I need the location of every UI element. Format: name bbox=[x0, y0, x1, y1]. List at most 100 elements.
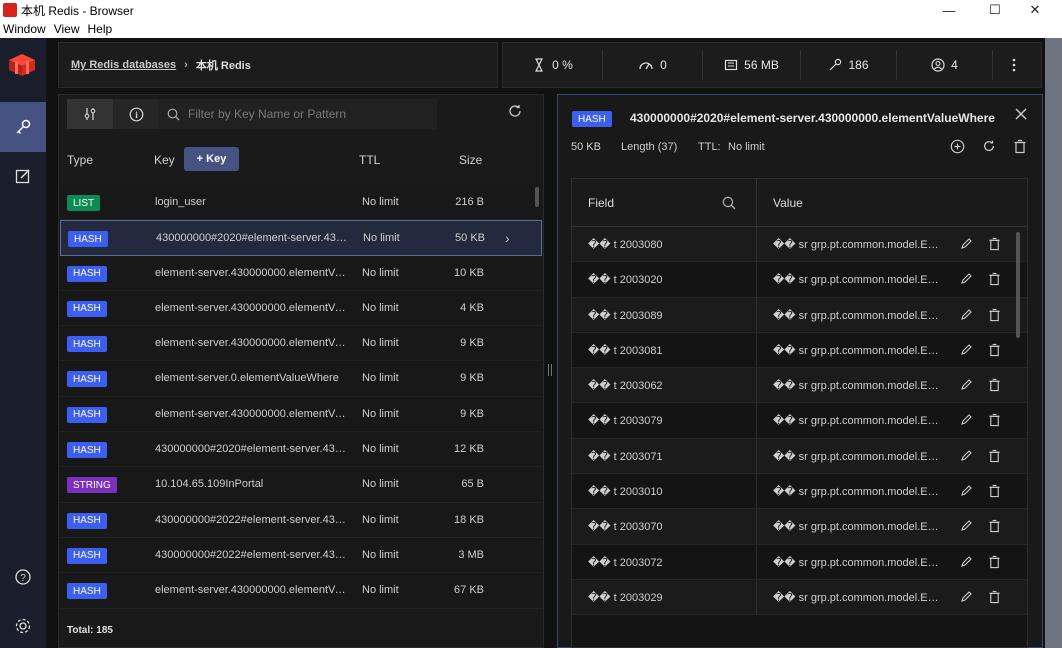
delete-icon[interactable] bbox=[988, 308, 1001, 322]
delete-icon[interactable] bbox=[988, 413, 1001, 427]
key-row[interactable]: HASH 430000000#2020#element-server.430000… bbox=[60, 432, 542, 468]
edit-icon[interactable] bbox=[960, 484, 973, 497]
key-ttl: No limit bbox=[362, 301, 399, 314]
add-field-icon[interactable] bbox=[950, 139, 965, 154]
key-row[interactable]: HASH element-server.430000000.elementValu… bbox=[60, 326, 542, 362]
edit-icon[interactable] bbox=[960, 590, 973, 603]
delete-icon[interactable] bbox=[988, 343, 1001, 357]
close-icon[interactable] bbox=[1014, 107, 1028, 121]
search-icon[interactable] bbox=[722, 196, 736, 210]
delete-icon[interactable] bbox=[988, 519, 1001, 533]
key-row[interactable]: HASH 430000000#2020#element-server.430000… bbox=[60, 220, 542, 256]
nav-help[interactable]: ? bbox=[0, 557, 46, 597]
key-ttl: No limit bbox=[362, 266, 399, 279]
cpu-icon bbox=[535, 58, 544, 72]
redis-app-icon bbox=[3, 3, 17, 17]
breadcrumb-databases-link[interactable]: My Redis databases bbox=[71, 59, 176, 71]
panel-resize-handle[interactable] bbox=[548, 364, 552, 376]
key-row[interactable]: HASH 430000000#2022#element-server.430000… bbox=[60, 537, 542, 574]
svg-text:?: ? bbox=[20, 573, 26, 584]
column-size: Size bbox=[459, 153, 483, 167]
key-row[interactable]: HASH element-server.430000000.elementValu… bbox=[60, 255, 542, 291]
key-row[interactable]: HASH element-server.0.elementValueWhere No… bbox=[60, 361, 542, 397]
nav-browser[interactable] bbox=[0, 102, 46, 152]
key-row[interactable]: HASH element-server.430000000.elementValu… bbox=[60, 290, 542, 327]
filter-input[interactable] bbox=[188, 107, 428, 121]
key-name: 10.104.65.109InPortal bbox=[155, 478, 264, 491]
nav-workbench[interactable] bbox=[0, 156, 46, 196]
keys-table: LIST login_user No limit 216 B HASH 430000000… bbox=[60, 185, 542, 609]
key-ttl: No limit bbox=[362, 372, 399, 385]
hash-field-row: �� t 2003089 �� sr grp.pt.common.model.El… bbox=[572, 297, 1027, 333]
delete-icon[interactable] bbox=[988, 449, 1001, 463]
column-key: Key bbox=[154, 153, 175, 167]
menu-view[interactable]: View bbox=[54, 22, 80, 36]
nav-settings[interactable] bbox=[0, 606, 46, 646]
delete-icon[interactable] bbox=[988, 378, 1001, 392]
key-ttl: No limit bbox=[362, 407, 399, 420]
delete-icon[interactable] bbox=[988, 590, 1001, 604]
edit-icon[interactable] bbox=[960, 555, 973, 568]
database-stats: 0 % 0 56 MB 186 4 bbox=[502, 42, 1042, 88]
refresh-icon[interactable] bbox=[982, 139, 996, 153]
key-name: login_user bbox=[155, 196, 206, 208]
column-divider bbox=[756, 227, 757, 262]
edit-icon[interactable] bbox=[960, 237, 973, 250]
total-keys: Total: 185 bbox=[67, 625, 113, 636]
key-size: 67 KB bbox=[454, 584, 484, 597]
edit-icon[interactable] bbox=[960, 378, 973, 391]
stat-ops: 0 bbox=[603, 50, 703, 80]
hash-field: �� t 2003062 bbox=[588, 380, 663, 393]
stat-memory: 56 MB bbox=[703, 50, 801, 80]
more-options-button[interactable] bbox=[993, 50, 1041, 80]
delete-icon[interactable] bbox=[988, 237, 1001, 251]
column-divider bbox=[756, 403, 757, 438]
minimize-button[interactable]: — bbox=[926, 0, 972, 20]
edit-icon[interactable] bbox=[960, 413, 973, 426]
key-row[interactable]: HASH element-server.430000000.elementValu… bbox=[60, 573, 542, 609]
key-size: 18 KB bbox=[454, 513, 484, 526]
delete-icon[interactable] bbox=[988, 484, 1001, 498]
key-size: 12 KB bbox=[454, 443, 484, 456]
hash-field: �� t 2003071 bbox=[588, 450, 663, 463]
key-row[interactable]: LIST login_user No limit 216 B bbox=[60, 185, 542, 221]
hash-value: �� sr grp.pt.common.model.ElementValue bbox=[773, 415, 939, 428]
redis-logo-icon[interactable] bbox=[7, 52, 37, 78]
column-divider bbox=[756, 438, 757, 474]
key-type-badge: HASH bbox=[67, 265, 107, 282]
refresh-icon[interactable] bbox=[507, 103, 523, 119]
key-row[interactable]: HASH element-server.430000000.elementValu… bbox=[60, 396, 542, 433]
column-divider bbox=[756, 579, 757, 615]
close-window-button[interactable]: ✕ bbox=[1012, 0, 1058, 20]
delete-key-icon[interactable] bbox=[1013, 139, 1027, 154]
key-name: element-server.430000000.elementValueWhe… bbox=[155, 407, 347, 420]
hash-field-row: �� t 2003070 �� sr grp.pt.common.model.El… bbox=[572, 509, 1027, 545]
detail-ttl-value[interactable]: No limit bbox=[728, 141, 765, 153]
edit-icon[interactable] bbox=[960, 343, 973, 356]
detail-ttl-label: TTL: bbox=[698, 141, 721, 153]
hash-table-scrollbar[interactable] bbox=[1016, 232, 1020, 338]
breadcrumb: My Redis databases › 本机 Redis bbox=[58, 42, 498, 88]
info-button[interactable]: i bbox=[113, 99, 159, 129]
view-switch-button[interactable] bbox=[67, 99, 113, 129]
edit-icon[interactable] bbox=[960, 449, 973, 462]
stat-clients: 4 bbox=[897, 50, 993, 80]
edit-icon[interactable] bbox=[960, 308, 973, 321]
detail-key-name[interactable]: 430000000#2020#element-server.430000000.… bbox=[630, 111, 1002, 125]
keys-scrollbar[interactable] bbox=[535, 187, 539, 207]
menu-window[interactable]: Window bbox=[3, 22, 46, 36]
key-row[interactable]: STRING 10.104.65.109InPortal No limit 65 B bbox=[60, 467, 542, 503]
menu-help[interactable]: Help bbox=[87, 22, 112, 36]
stat-memory-value: 56 MB bbox=[744, 58, 779, 72]
hash-field-row: �� t 2003029 �� sr grp.pt.common.model.El… bbox=[572, 579, 1027, 616]
edit-icon[interactable] bbox=[960, 272, 973, 285]
gauge-icon bbox=[639, 62, 653, 70]
key-type-badge: HASH bbox=[67, 406, 107, 423]
key-row[interactable]: HASH 430000000#2022#element-server.430000… bbox=[60, 502, 542, 538]
vertical-dots-icon bbox=[1012, 58, 1016, 72]
hash-field-row: �� t 2003072 �� sr grp.pt.common.model.El… bbox=[572, 544, 1027, 580]
delete-icon[interactable] bbox=[988, 272, 1001, 286]
edit-icon[interactable] bbox=[960, 519, 973, 532]
delete-icon[interactable] bbox=[988, 555, 1001, 569]
add-key-button[interactable]: + Key bbox=[184, 147, 239, 171]
